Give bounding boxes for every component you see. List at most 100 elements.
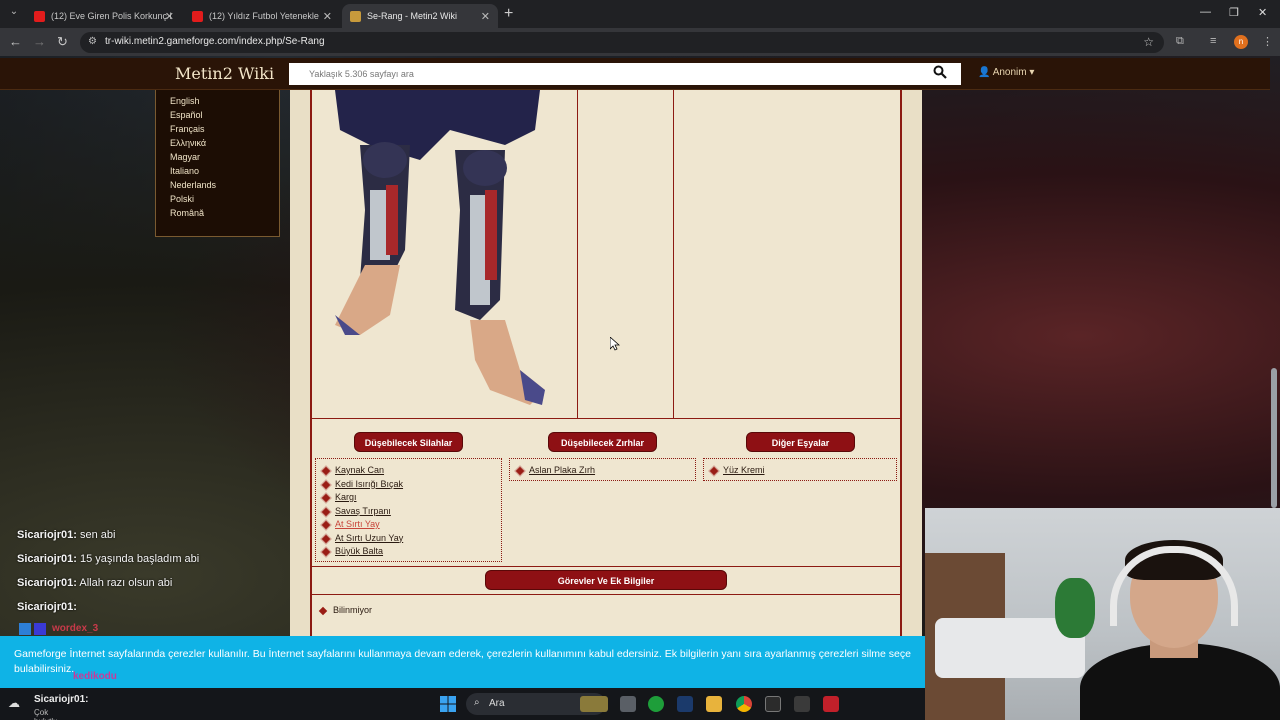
language-link[interactable]: Français: [170, 122, 279, 136]
chat-message: Sicariojr01: Allah razı olsun abi: [17, 571, 199, 595]
list-item[interactable]: At Sırtı Uzun Yay: [316, 532, 501, 546]
extensions-icon[interactable]: ⧉: [1176, 35, 1184, 48]
tab-close-icon[interactable]: ✕: [481, 10, 490, 23]
list-item[interactable]: Savaş Tırpanı: [316, 505, 501, 519]
list-item[interactable]: Büyük Balta: [316, 545, 501, 559]
list-item[interactable]: At Sırtı Yay: [316, 518, 501, 532]
weather-widget[interactable]: ☁ Sicariojr01: Çok bulutlu: [8, 694, 88, 720]
language-link[interactable]: Polski: [170, 192, 279, 206]
youtube-icon: [192, 10, 203, 22]
search-icon[interactable]: [933, 65, 947, 79]
language-link[interactable]: Română: [170, 206, 279, 220]
webcam-background: [1055, 578, 1095, 638]
browser-tab-strip: ⌄ (12) Eve Giren Polis Korkunç Bir ✕ (12…: [0, 0, 1280, 28]
task-view-icon[interactable]: [620, 696, 636, 712]
chat-badge-icon: [19, 622, 49, 636]
other-items-list: Yüz Kremi: [703, 458, 897, 481]
armors-drop-button[interactable]: Düşebilecek Zırhlar: [548, 432, 657, 452]
app-icon[interactable]: [765, 696, 781, 712]
armors-list: Aslan Plaka Zırh: [509, 458, 696, 481]
tab-title: (12) Yıldız Futbol Yeteneklerimi: [209, 11, 319, 21]
windows-start-icon[interactable]: [440, 696, 456, 712]
chat-last-name: Sicariojr01:: [34, 694, 89, 705]
browser-tab-3[interactable]: Se-Rang - Metin2 Wiki ✕: [342, 4, 498, 28]
search-icon: ⌕: [474, 697, 480, 708]
chat-username: Sicariojr01:: [17, 601, 77, 613]
language-link[interactable]: Español: [170, 108, 279, 122]
scrollbar-thumb[interactable]: [1271, 368, 1277, 508]
list-item[interactable]: Yüz Kremi: [704, 464, 896, 478]
tab-title: Se-Rang - Metin2 Wiki: [367, 11, 458, 21]
chat-message: Sicariojr01: 15 yaşında başladım abi: [17, 547, 199, 571]
tab-title: (12) Eve Giren Polis Korkunç Bir: [51, 11, 171, 21]
user-menu[interactable]: 👤 Anonim ▾: [978, 67, 1034, 78]
chat-message: Sicariojr01: sen abi: [17, 523, 199, 547]
stream-chat: Sicariojr01: sen abi Sicariojr01: 15 yaşı…: [17, 523, 199, 619]
tab-close-icon[interactable]: ✕: [165, 10, 174, 23]
game-app-icon[interactable]: [580, 696, 608, 712]
language-link[interactable]: Nederlands: [170, 178, 279, 192]
list-item[interactable]: Kaynak Can: [316, 464, 501, 478]
weather-text: Çok bulutlu: [34, 708, 58, 720]
reload-icon[interactable]: ↻: [57, 34, 68, 50]
app-icon[interactable]: [794, 696, 810, 712]
taskbar-search-label: Ara: [489, 698, 505, 709]
quests-info-button[interactable]: Görevler Ve Ek Bilgiler: [485, 570, 727, 590]
table-divider: [673, 90, 674, 419]
reading-list-icon[interactable]: ≡: [1210, 35, 1216, 47]
minimize-icon[interactable]: —: [1200, 6, 1211, 18]
metin2-favicon-icon: [350, 10, 361, 22]
steam-icon[interactable]: [677, 696, 693, 712]
url-text: tr-wiki.metin2.gameforge.com/index.php/S…: [105, 36, 325, 47]
close-window-icon[interactable]: ✕: [1258, 6, 1267, 19]
youtube-icon: [34, 10, 45, 22]
language-link[interactable]: Ελληνικά: [170, 136, 279, 150]
file-explorer-icon[interactable]: [706, 696, 722, 712]
menu-icon[interactable]: ⋮: [1262, 35, 1273, 48]
profile-avatar[interactable]: n: [1234, 35, 1248, 49]
wiki-search-input[interactable]: Yaklaşık 5.306 sayfayı ara: [289, 63, 961, 85]
chat-username: wordex_3: [52, 623, 99, 634]
table-divider: [310, 566, 902, 567]
chat-text: sen abi: [76, 529, 116, 541]
cookie-text: Gameforge İnternet sayfalarında çerezler…: [14, 647, 919, 677]
browser-toolbar: ← → ↻ ⚙ tr-wiki.metin2.gameforge.com/ind…: [0, 28, 1280, 56]
cookie-banner[interactable]: Gameforge İnternet sayfalarında çerezler…: [0, 636, 925, 688]
address-bar[interactable]: ⚙ tr-wiki.metin2.gameforge.com/index.php…: [80, 32, 1164, 53]
browser-tab-2[interactable]: (12) Yıldız Futbol Yeteneklerimi ✕: [184, 4, 340, 28]
cloud-icon: ☁: [8, 696, 20, 710]
webcam-overlay: [925, 508, 1280, 720]
restore-icon[interactable]: ❐: [1229, 6, 1239, 19]
cookie-text-line2: bulabilirsiniz.: [14, 663, 75, 675]
tab-search-icon[interactable]: ⌄: [6, 6, 22, 22]
site-info-icon[interactable]: ⚙: [88, 36, 97, 47]
chat-message: Sicariojr01:: [17, 595, 199, 619]
list-item[interactable]: Kargı: [316, 491, 501, 505]
language-link[interactable]: English: [170, 94, 279, 108]
app-icon[interactable]: [823, 696, 839, 712]
forward-icon[interactable]: →: [33, 34, 46, 49]
other-items-button[interactable]: Diğer Eşyalar: [746, 432, 855, 452]
language-link[interactable]: Magyar: [170, 150, 279, 164]
weapons-list: Kaynak Can Kedi Isırığı Bıçak Kargı Savaş T…: [315, 458, 502, 562]
wiki-logo-title[interactable]: Metin2 Wiki: [175, 64, 274, 83]
chat-username: Sicariojr01:: [17, 529, 77, 541]
chat-text: 15 yaşında başladım abi: [76, 553, 200, 565]
chat-username: Sicariojr01:: [17, 553, 77, 565]
search-placeholder: Yaklaşık 5.306 sayfayı ara: [309, 69, 414, 79]
language-menu: English Español Français Ελληνικά Magyar Ital…: [155, 90, 280, 237]
weapons-drop-button[interactable]: Düşebilecek Silahlar: [354, 432, 463, 452]
bookmark-star-icon[interactable]: ☆: [1143, 35, 1154, 49]
user-icon: 👤: [978, 67, 991, 78]
xbox-icon[interactable]: [648, 696, 664, 712]
table-divider: [310, 418, 902, 419]
list-item[interactable]: Aslan Plaka Zırh: [510, 464, 695, 478]
chrome-icon[interactable]: [736, 696, 752, 712]
back-icon[interactable]: ←: [9, 34, 22, 49]
language-link[interactable]: Italiano: [170, 164, 279, 178]
browser-tab-1[interactable]: (12) Eve Giren Polis Korkunç Bir ✕: [26, 4, 182, 28]
tab-close-icon[interactable]: ✕: [323, 10, 332, 23]
quests-info-text: Bilinmiyor: [318, 605, 372, 615]
list-item[interactable]: Kedi Isırığı Bıçak: [316, 478, 501, 492]
new-tab-button[interactable]: +: [504, 5, 513, 23]
